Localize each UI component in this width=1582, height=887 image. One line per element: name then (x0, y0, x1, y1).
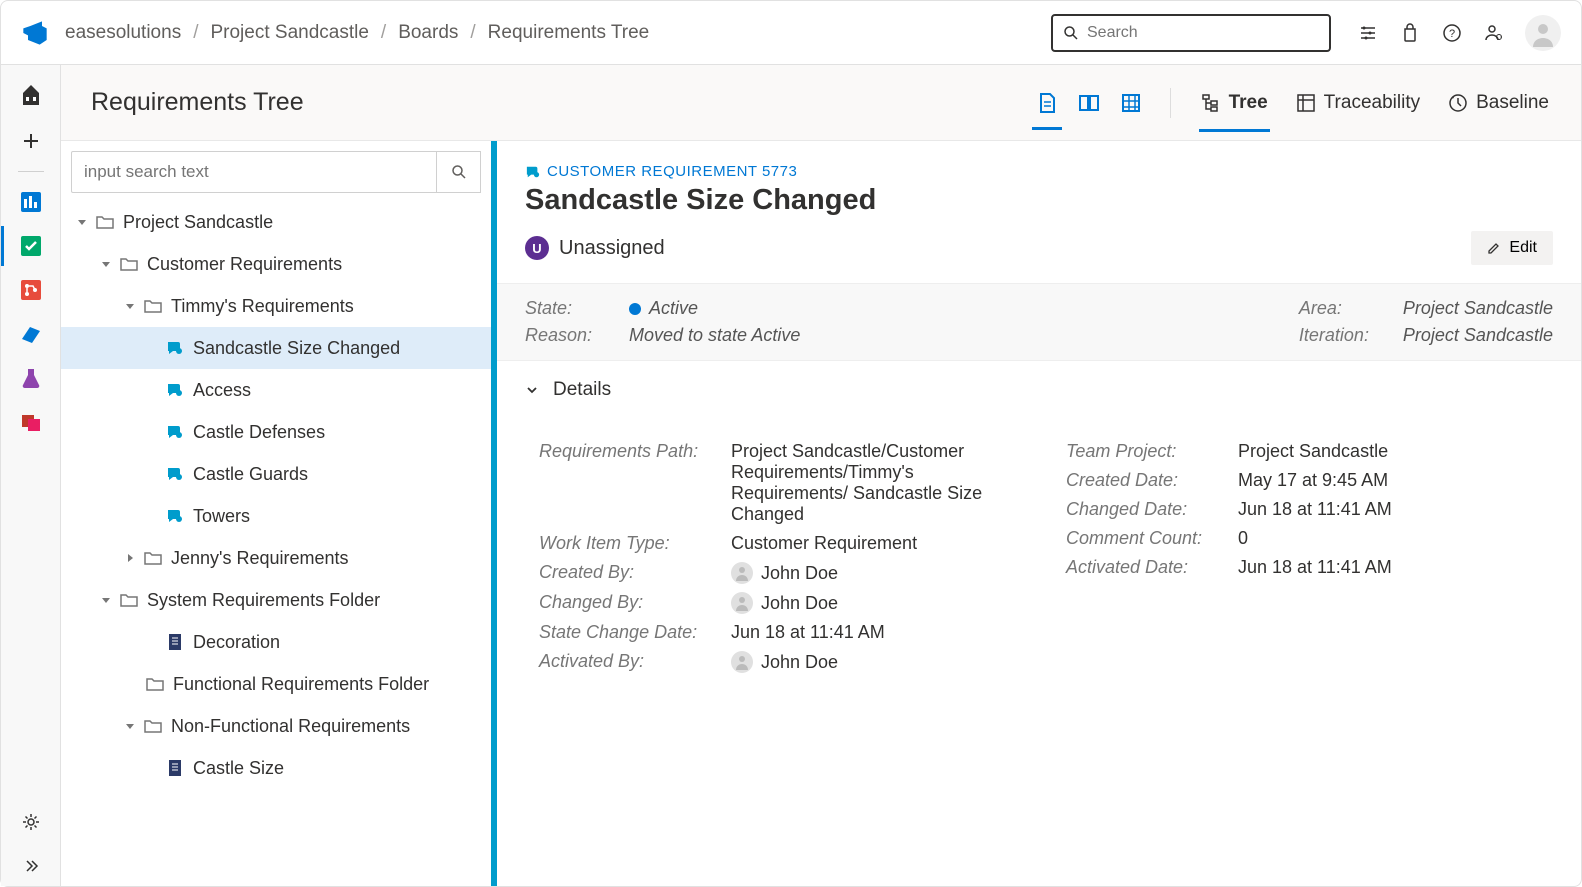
detail-panel: CUSTOMER REQUIREMENT 5773 Sandcastle Siz… (491, 141, 1581, 886)
tree-node-nonfunc[interactable]: Non-Functional Requirements (61, 705, 491, 747)
tree-node-castle-size[interactable]: Castle Size (61, 747, 491, 789)
tree-node-root[interactable]: Project Sandcastle (61, 201, 491, 243)
view-document-icon[interactable] (1036, 92, 1058, 114)
azure-devops-logo-icon[interactable] (21, 19, 49, 47)
tab-baseline[interactable]: Baseline (1446, 92, 1551, 114)
breadcrumb-item-0[interactable]: easesolutions (65, 22, 181, 44)
search-input[interactable] (1087, 24, 1319, 42)
chat-icon (165, 506, 185, 526)
view-grid-icon[interactable] (1120, 92, 1142, 114)
baseline-icon (1448, 93, 1468, 113)
chevron-down-icon[interactable] (121, 297, 139, 315)
chat-icon (165, 338, 185, 358)
help-icon[interactable]: ? (1441, 22, 1463, 44)
left-nav-rail (1, 65, 61, 886)
breadcrumb: easesolutions / Project Sandcastle / Boa… (65, 22, 1035, 44)
rail-boards-icon[interactable] (11, 226, 51, 266)
details-grid: Requirements Path:Project Sandcastle/Cus… (497, 419, 1581, 673)
tree-node-sandcastle-size[interactable]: Sandcastle Size Changed (61, 327, 491, 369)
work-item-title: Sandcastle Size Changed (525, 184, 1553, 217)
chat-icon (165, 380, 185, 400)
rail-overview-icon[interactable] (11, 182, 51, 222)
rail-testplans-icon[interactable] (11, 358, 51, 398)
chevron-down-icon[interactable] (97, 255, 115, 273)
chat-icon (525, 165, 541, 179)
chevron-down-icon (525, 383, 539, 397)
tree-search-button[interactable] (437, 151, 481, 193)
folder-icon (143, 548, 163, 568)
rail-expand-icon[interactable] (11, 846, 51, 886)
page-title: Requirements Tree (91, 88, 1036, 117)
person-avatar-icon (731, 651, 753, 673)
tab-traceability[interactable]: Traceability (1294, 92, 1422, 114)
settings-person-icon[interactable] (1483, 22, 1505, 44)
folder-icon (145, 674, 165, 694)
document-icon (165, 758, 185, 778)
folder-open-icon (119, 254, 139, 274)
rail-repos-icon[interactable] (11, 270, 51, 310)
iteration-label: Iteration: (1299, 325, 1379, 346)
tree-node-castle-defenses[interactable]: Castle Defenses (61, 411, 491, 453)
chevron-down-icon[interactable] (97, 591, 115, 609)
chat-icon (165, 422, 185, 442)
person-avatar-icon (731, 562, 753, 584)
unassigned-badge-icon: U (525, 236, 549, 260)
tree-search-input[interactable] (71, 151, 437, 193)
status-bar: State: Active Reason: Moved to state Act… (497, 283, 1581, 361)
rail-pipelines-icon[interactable] (11, 314, 51, 354)
chevron-right-icon[interactable] (121, 549, 139, 567)
search-icon (1063, 25, 1079, 41)
area-label: Area: (1299, 298, 1379, 319)
tree-node-jenny[interactable]: Jenny's Requirements (61, 537, 491, 579)
breadcrumb-item-3[interactable]: Requirements Tree (488, 22, 650, 44)
traceability-icon (1296, 93, 1316, 113)
tree-node-func-folder[interactable]: Functional Requirements Folder (61, 663, 491, 705)
assignee-field[interactable]: Unassigned (559, 237, 665, 260)
filter-icon[interactable] (1357, 22, 1379, 44)
chevron-down-icon[interactable] (73, 213, 91, 231)
folder-open-icon (143, 716, 163, 736)
edit-button[interactable]: Edit (1471, 231, 1553, 265)
svg-text:?: ? (1449, 28, 1455, 40)
person-avatar-icon (731, 592, 753, 614)
tree-node-timmy[interactable]: Timmy's Requirements (61, 285, 491, 327)
folder-open-icon (95, 212, 115, 232)
chevron-down-icon[interactable] (121, 717, 139, 735)
chat-icon (165, 464, 185, 484)
tree-node-decoration[interactable]: Decoration (61, 621, 491, 663)
folder-open-icon (119, 590, 139, 610)
breadcrumb-item-1[interactable]: Project Sandcastle (210, 22, 368, 44)
tree-node-system-folder[interactable]: System Requirements Folder (61, 579, 491, 621)
tab-tree[interactable]: Tree (1199, 92, 1270, 114)
tree-node-access[interactable]: Access (61, 369, 491, 411)
titlebar: Requirements Tree Tree Traceability (61, 65, 1581, 141)
shopping-bag-icon[interactable] (1399, 22, 1421, 44)
work-item-type-label[interactable]: CUSTOMER REQUIREMENT 5773 (525, 163, 1553, 180)
document-icon (165, 632, 185, 652)
user-avatar[interactable] (1525, 15, 1561, 51)
tree-icon (1201, 93, 1221, 113)
tree-node-castle-guards[interactable]: Castle Guards (61, 453, 491, 495)
tree-node-towers[interactable]: Towers (61, 495, 491, 537)
details-section-toggle[interactable]: Details (525, 379, 1553, 401)
global-search[interactable] (1051, 14, 1331, 52)
state-dot-icon (629, 303, 641, 315)
pencil-icon (1487, 241, 1501, 255)
rail-artifacts-icon[interactable] (11, 402, 51, 442)
tree-node-customer-req[interactable]: Customer Requirements (61, 243, 491, 285)
rail-project-icon[interactable] (11, 77, 51, 117)
folder-open-icon (143, 296, 163, 316)
rail-add-icon[interactable] (11, 121, 51, 161)
state-label: State: (525, 298, 605, 319)
reason-label: Reason: (525, 325, 605, 346)
rail-settings-icon[interactable] (11, 802, 51, 842)
view-book-icon[interactable] (1078, 92, 1100, 114)
breadcrumb-item-2[interactable]: Boards (398, 22, 458, 44)
tree-panel: Project Sandcastle Customer Requirements (61, 141, 491, 886)
top-header: easesolutions / Project Sandcastle / Boa… (1, 1, 1581, 65)
